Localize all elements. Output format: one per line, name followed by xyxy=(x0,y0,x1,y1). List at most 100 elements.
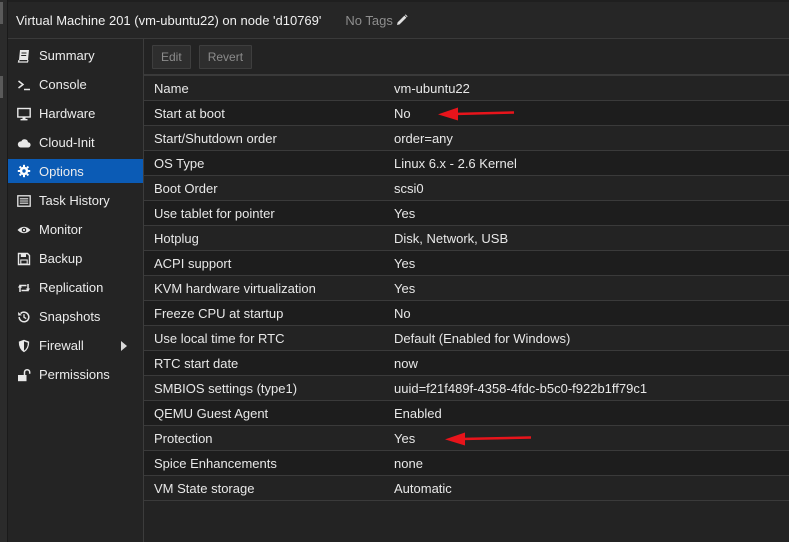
sidebar-item-monitor[interactable]: Monitor xyxy=(8,215,143,244)
table-row[interactable]: Use tablet for pointer Yes xyxy=(144,201,789,226)
table-row[interactable]: Name vm-ubuntu22 xyxy=(144,76,789,101)
chevron-right-icon[interactable] xyxy=(121,340,127,351)
title-bar: Virtual Machine 201 (vm-ubuntu22) on nod… xyxy=(8,0,789,39)
sidebar-item-label: Replication xyxy=(39,280,104,295)
table-row[interactable]: OS Type Linux 6.x - 2.6 Kernel xyxy=(144,151,789,176)
table-row[interactable]: Freeze CPU at startup No xyxy=(144,301,789,326)
pencil-icon[interactable] xyxy=(396,14,408,26)
sidebar-item-summary[interactable]: Summary xyxy=(8,41,143,70)
table-row[interactable]: Spice Enhancements none xyxy=(144,451,789,476)
cloud-icon xyxy=(16,135,32,151)
option-value: Automatic xyxy=(394,480,452,496)
option-name: Start at boot xyxy=(154,105,225,121)
option-name: Boot Order xyxy=(154,180,218,196)
option-value: Yes xyxy=(394,280,416,296)
option-value: scsi0 xyxy=(394,180,424,196)
option-value: No xyxy=(394,105,411,121)
sidebar-item-label: Backup xyxy=(39,251,83,266)
option-name: SMBIOS settings (type1) xyxy=(154,380,298,396)
sidebar-item-label: Options xyxy=(39,163,84,179)
page-title: Virtual Machine 201 (vm-ubuntu22) on nod… xyxy=(16,12,322,28)
revert-button[interactable]: Revert xyxy=(198,44,253,69)
list-icon xyxy=(16,193,32,209)
floppy-icon xyxy=(16,251,32,267)
sidebar-item-console[interactable]: Console xyxy=(8,70,143,99)
option-name: Use tablet for pointer xyxy=(154,205,275,221)
option-value: uuid=f21f489f-4358-4fdc-b5c0-f922b1ff79c… xyxy=(394,380,648,396)
option-value: order=any xyxy=(394,130,453,146)
gear-icon xyxy=(16,163,32,179)
splitter-handle[interactable] xyxy=(0,2,3,24)
options-grid: Name vm-ubuntu22 Start at boot No Start/Sh… xyxy=(144,76,789,501)
option-name: RTC start date xyxy=(154,355,239,371)
sidebar-item-label: Permissions xyxy=(39,367,110,382)
tags-label: No Tags xyxy=(345,12,393,28)
sidebar-item-cloud-init[interactable]: Cloud-Init xyxy=(8,128,143,157)
eye-icon xyxy=(16,222,32,238)
option-value: Yes xyxy=(394,255,416,271)
toolbar: Edit Revert xyxy=(144,39,789,76)
left-panel-strip xyxy=(0,0,8,542)
table-row[interactable]: RTC start date now xyxy=(144,351,789,376)
retweet-icon xyxy=(16,280,32,296)
option-name: Use local time for RTC xyxy=(154,330,285,346)
option-name: OS Type xyxy=(154,155,205,171)
sidebar-item-label: Task History xyxy=(39,193,110,208)
option-name: ACPI support xyxy=(154,255,232,271)
option-value: now xyxy=(394,355,418,371)
sidebar-item-label: Snapshots xyxy=(39,309,101,324)
option-value: none xyxy=(394,455,423,471)
unlock-icon xyxy=(16,367,32,383)
option-value: Disk, Network, USB xyxy=(394,230,509,246)
option-value: Default (Enabled for Windows) xyxy=(394,330,571,346)
history-icon xyxy=(16,309,32,325)
sidebar-item-task-history[interactable]: Task History xyxy=(8,186,143,215)
option-name: Spice Enhancements xyxy=(154,455,277,471)
table-row[interactable]: KVM hardware virtualization Yes xyxy=(144,276,789,301)
sidebar-item-label: Monitor xyxy=(39,222,83,237)
table-row[interactable]: Start/Shutdown order order=any xyxy=(144,126,789,151)
sidebar-item-snapshots[interactable]: Snapshots xyxy=(8,302,143,331)
sidebar-item-firewall[interactable]: Firewall xyxy=(8,331,143,360)
option-value: Linux 6.x - 2.6 Kernel xyxy=(394,155,517,171)
table-row[interactable]: Protection Yes xyxy=(144,426,789,451)
table-row[interactable]: Start at boot No xyxy=(144,101,789,126)
sidebar-item-backup[interactable]: Backup xyxy=(8,244,143,273)
shield-icon xyxy=(16,338,32,354)
option-name: QEMU Guest Agent xyxy=(154,405,269,421)
sidebar-item-hardware[interactable]: Hardware xyxy=(8,99,143,128)
option-value: Enabled xyxy=(394,405,442,421)
option-value: No xyxy=(394,305,411,321)
option-value: Yes xyxy=(394,430,416,446)
sidebar-item-label: Console xyxy=(39,77,87,92)
sidebar-item-replication[interactable]: Replication xyxy=(8,273,143,302)
table-row[interactable]: VM State storage Automatic xyxy=(144,476,789,501)
table-row[interactable]: SMBIOS settings (type1) uuid=f21f489f-435… xyxy=(144,376,789,401)
sidebar-item-label: Summary xyxy=(39,48,95,63)
tags-editor[interactable]: No Tags xyxy=(345,12,408,28)
table-row[interactable]: QEMU Guest Agent Enabled xyxy=(144,401,789,426)
sidebar-item-label: Cloud-Init xyxy=(39,135,95,150)
option-name: KVM hardware virtualization xyxy=(154,280,316,296)
sidebar-item-options[interactable]: Options xyxy=(8,159,143,183)
option-name: Name xyxy=(154,80,189,96)
options-panel: Edit Revert Name vm-ubuntu22 Start at boo… xyxy=(144,39,789,542)
option-name: Freeze CPU at startup xyxy=(154,305,284,321)
edit-button[interactable]: Edit xyxy=(152,44,191,69)
table-row[interactable]: Hotplug Disk, Network, USB xyxy=(144,226,789,251)
sidebar-item-label: Firewall xyxy=(39,338,84,353)
sidebar-item-permissions[interactable]: Permissions xyxy=(8,360,143,389)
table-row[interactable]: Boot Order scsi0 xyxy=(144,176,789,201)
terminal-icon xyxy=(16,77,32,93)
sidebar-item-label: Hardware xyxy=(39,106,96,121)
splitter-handle[interactable] xyxy=(0,76,3,98)
option-value: vm-ubuntu22 xyxy=(394,80,470,96)
table-row[interactable]: Use local time for RTC Default (Enabled f… xyxy=(144,326,789,351)
monitor-icon xyxy=(16,106,32,122)
option-name: Hotplug xyxy=(154,230,199,246)
option-value: Yes xyxy=(394,205,416,221)
table-row[interactable]: ACPI support Yes xyxy=(144,251,789,276)
option-name: VM State storage xyxy=(154,480,255,496)
book-icon xyxy=(16,48,32,64)
sidebar: Summary Console Hardware Cloud-Init Opti… xyxy=(8,39,144,542)
